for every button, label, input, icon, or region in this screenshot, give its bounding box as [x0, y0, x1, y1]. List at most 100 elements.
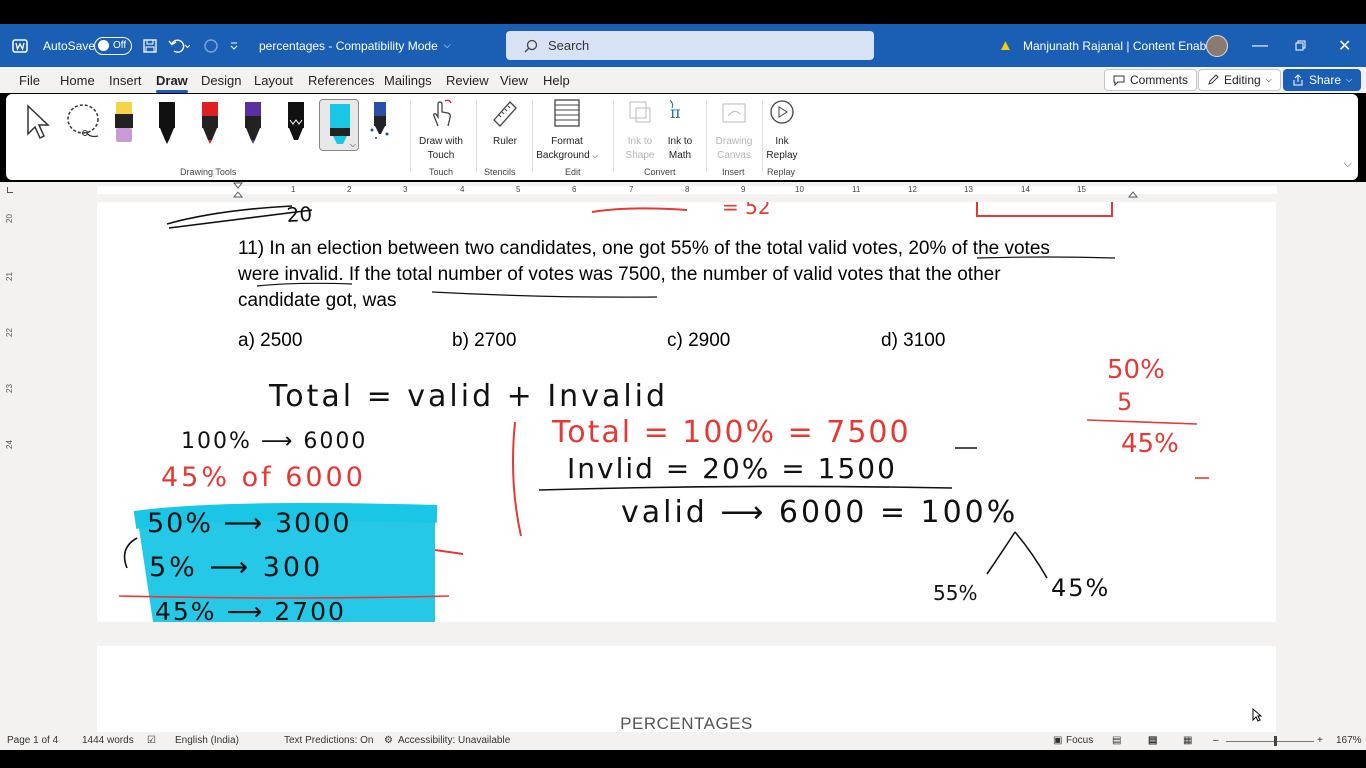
- print-layout-icon[interactable]: ▤: [1148, 735, 1157, 746]
- editing-mode-button[interactable]: Editing ⌵: [1198, 69, 1281, 91]
- word-window: AutoSave Off percentages - Compatibility…: [0, 0, 1366, 768]
- group-label-replay: Replay: [767, 167, 796, 177]
- ink-replay-label-1: Ink: [775, 136, 789, 147]
- pencil-icon: [1208, 74, 1219, 85]
- ruler-number: 7: [629, 185, 634, 194]
- lasso-select-icon[interactable]: [64, 102, 104, 142]
- zoom-in-icon[interactable]: +: [1317, 735, 1323, 746]
- undo-icon[interactable]: [168, 24, 190, 67]
- warning-icon[interactable]: ▲: [998, 24, 1013, 67]
- horizontal-ruler[interactable]: 1 2 3 4 5 6 7 8 9 10 11 12 13 14 15: [0, 182, 1366, 198]
- word-count[interactable]: 1444 words: [82, 735, 134, 746]
- option-c[interactable]: c) 2900: [667, 330, 730, 352]
- ink-to-shape-button[interactable]: Ink to Shape: [618, 98, 662, 163]
- right-indent-marker-icon[interactable]: [1128, 182, 1138, 198]
- language[interactable]: English (India): [175, 735, 239, 746]
- web-layout-icon[interactable]: ▦: [1183, 735, 1192, 746]
- ruler-number: 14: [1021, 185, 1030, 194]
- restore-icon[interactable]: [1295, 24, 1306, 67]
- ruler-number: 13: [964, 185, 973, 194]
- question-line-2: were invalid. If the total number of vot…: [238, 264, 1001, 285]
- tab-home[interactable]: Home: [60, 73, 95, 88]
- status-bar: Page 1 of 4 1444 words ☑ English (India)…: [0, 732, 1366, 750]
- ruler-button[interactable]: Ruler: [482, 98, 528, 149]
- autosave-toggle[interactable]: Off: [94, 24, 132, 67]
- ruler-number: 1: [291, 185, 296, 194]
- avatar[interactable]: [1206, 24, 1228, 67]
- tab-view[interactable]: View: [500, 73, 528, 88]
- group-label-edit: Edit: [565, 167, 581, 177]
- option-d[interactable]: d) 3100: [881, 330, 945, 352]
- ink-text: valid ⟶ 6000 = 100%: [621, 495, 1018, 530]
- save-icon[interactable]: [142, 24, 158, 67]
- chevron-down-icon[interactable]: ⌵: [1344, 158, 1352, 171]
- comments-button[interactable]: Comments: [1104, 69, 1198, 91]
- document-title[interactable]: percentages - Compatibility Mode ⌵: [259, 24, 451, 67]
- tab-draw[interactable]: Draw: [156, 73, 188, 93]
- ruler-label: Ruler: [493, 136, 517, 147]
- tab-references[interactable]: References: [308, 73, 374, 88]
- focus-icon: ▣: [1053, 735, 1063, 746]
- tab-insert[interactable]: Insert: [109, 73, 142, 88]
- pen-galaxy-icon[interactable]: [368, 100, 392, 144]
- ruler-number: 20: [4, 214, 14, 223]
- tab-layout[interactable]: Layout: [254, 73, 293, 88]
- tab-help[interactable]: Help: [543, 73, 570, 88]
- tab-review[interactable]: Review: [446, 73, 489, 88]
- group-label-stencils: Stencils: [484, 167, 516, 177]
- redo-icon[interactable]: [203, 24, 219, 67]
- word-app-icon[interactable]: [12, 24, 32, 67]
- draw-with-touch-button[interactable]: Draw with Touch: [414, 98, 468, 163]
- pen-black-icon[interactable]: [155, 100, 179, 144]
- highlighter-cyan-selected[interactable]: ⌵: [319, 99, 359, 151]
- ink-text: Total = 100% = 7500: [551, 415, 911, 450]
- ink-divider: [512, 421, 522, 537]
- document-page[interactable]: 20 = 52 Total = valid + Invalid 100% ⟶ 6…: [97, 202, 1276, 622]
- chevron-down-icon: ⌵: [443, 40, 451, 50]
- pen-black-pattern-icon[interactable]: [284, 100, 308, 144]
- page-count[interactable]: Page 1 of 4: [7, 735, 58, 746]
- zoom-level[interactable]: 167%: [1336, 735, 1362, 746]
- accessibility-status[interactable]: Accessibility: Unavailable: [398, 735, 510, 746]
- question-text[interactable]: 11) In an election between two candidate…: [238, 236, 1158, 314]
- user-name[interactable]: Manjunath Rajanal | Content Enablers: [1023, 24, 1226, 67]
- indent-marker-icon[interactable]: [233, 182, 243, 198]
- select-cursor-icon[interactable]: [24, 104, 52, 140]
- proofing-icon[interactable]: ☑: [147, 735, 156, 746]
- option-a[interactable]: a) 2500: [238, 330, 302, 352]
- ink-replay-button[interactable]: Ink Replay: [762, 98, 802, 163]
- pen-purple-icon[interactable]: [241, 100, 265, 144]
- zoom-slider-thumb[interactable]: [1274, 736, 1277, 746]
- search-box[interactable]: Search: [506, 31, 874, 60]
- tab-selector-icon[interactable]: [7, 187, 13, 193]
- chevron-down-icon[interactable]: ⌵: [350, 140, 356, 150]
- tab-mailings[interactable]: Mailings: [384, 73, 432, 88]
- highlighter-yellow-icon[interactable]: [112, 100, 136, 144]
- ink-box: [976, 202, 1113, 217]
- customize-quick-access-icon[interactable]: [230, 24, 238, 67]
- option-b[interactable]: b) 2700: [452, 330, 516, 352]
- focus-button[interactable]: Focus: [1066, 735, 1093, 746]
- autosave-state: Off: [113, 40, 127, 51]
- minimize-icon[interactable]: —: [1252, 24, 1268, 67]
- read-mode-icon[interactable]: ▤: [1112, 735, 1121, 746]
- vertical-ruler[interactable]: 20 21 22 23 24: [4, 198, 16, 732]
- text-predictions[interactable]: Text Predictions: On: [284, 735, 373, 746]
- ruler-number: 9: [741, 185, 746, 194]
- document-canvas[interactable]: 20 21 22 23 24 20 = 52 Total = valid + I…: [0, 198, 1366, 732]
- document-page[interactable]: PERCENTAGES: [97, 646, 1276, 732]
- pen-red-icon[interactable]: [198, 100, 222, 144]
- drawing-canvas-button[interactable]: Drawing Canvas: [708, 98, 760, 163]
- tab-design[interactable]: Design: [201, 73, 241, 88]
- tab-file[interactable]: File: [19, 73, 40, 88]
- ink-to-math-button[interactable]: π Ink to Math: [658, 98, 702, 163]
- zoom-out-icon[interactable]: –: [1213, 735, 1219, 746]
- group-label-convert: Convert: [644, 167, 676, 177]
- share-button[interactable]: Share ⌵: [1283, 69, 1362, 91]
- document-title-text: percentages - Compatibility Mode: [259, 38, 438, 53]
- format-background-button[interactable]: Format Background ⌵: [534, 98, 600, 164]
- zoom-slider[interactable]: [1226, 741, 1314, 742]
- group-label-drawing-tools: Drawing Tools: [180, 167, 237, 177]
- search-placeholder: Search: [548, 38, 590, 53]
- close-icon[interactable]: ✕: [1338, 24, 1351, 67]
